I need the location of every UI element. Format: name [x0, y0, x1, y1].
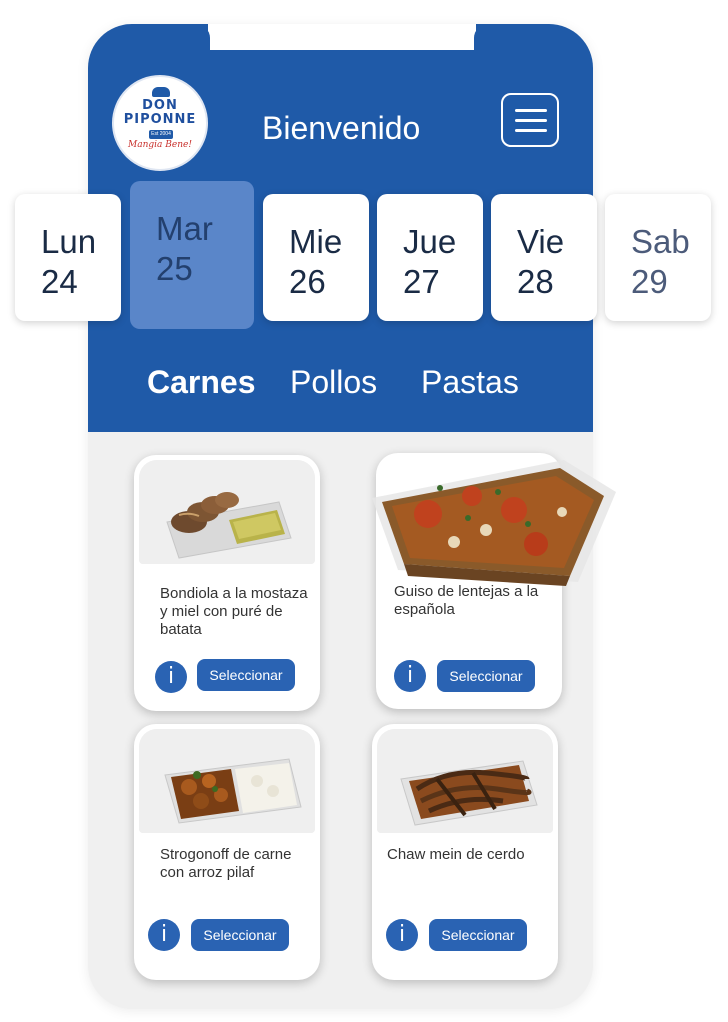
logo-text-line2: PIPONNE — [123, 112, 197, 127]
chef-hat-icon — [152, 87, 170, 97]
meal-name: Bondiola a la mostaza y miel con puré de… — [160, 585, 308, 638]
select-button[interactable]: Seleccionar — [437, 660, 535, 692]
day-selector-sab[interactable]: Sab 29 — [605, 194, 711, 321]
info-icon[interactable]: i — [394, 660, 426, 692]
day-number: 28 — [517, 263, 554, 300]
meal-name: Chaw mein de cerdo — [387, 846, 525, 863]
logo-established: Est 2004 — [149, 130, 173, 139]
meal-card-chaw-mein[interactable]: Chaw mein de cerdo i Seleccionar — [372, 724, 558, 980]
hamburger-menu-button[interactable] — [501, 93, 559, 147]
tab-pollos[interactable]: Pollos — [290, 364, 377, 401]
day-number: 24 — [41, 263, 78, 300]
meal-card-strogonoff[interactable]: Strogonoff de carne con arroz pilaf i Se… — [134, 724, 320, 980]
meal-photo-bondiola — [139, 460, 315, 564]
menu-bar-icon — [515, 119, 547, 122]
select-button[interactable]: Seleccionar — [429, 919, 527, 951]
meal-photo-chaw-mein — [377, 729, 553, 833]
day-name: Mar — [156, 210, 213, 247]
day-name: Vie — [517, 223, 565, 260]
info-icon[interactable]: i — [386, 919, 418, 951]
day-name: Sab — [631, 223, 690, 260]
day-number: 26 — [289, 263, 326, 300]
logo-tagline: Mangia Bene! — [128, 140, 192, 150]
day-selector-jue[interactable]: Jue 27 — [377, 194, 483, 321]
day-number: 25 — [156, 250, 193, 287]
day-selector-mie[interactable]: Mie 26 — [263, 194, 369, 321]
day-number: 29 — [631, 263, 668, 300]
phone-notch — [208, 24, 476, 50]
day-selector-vie[interactable]: Vie 28 — [491, 194, 597, 321]
page-title: Bienvenido — [262, 110, 421, 146]
brand-logo[interactable]: DON PIPONNE Est 2004 Mangia Bene! — [112, 75, 208, 171]
tab-pastas[interactable]: Pastas — [421, 364, 519, 401]
day-name: Jue — [403, 223, 457, 260]
day-selector-lun[interactable]: Lun 24 — [15, 194, 121, 321]
info-icon[interactable]: i — [148, 919, 180, 951]
day-selector-mar[interactable]: Mar 25 — [130, 181, 254, 329]
day-number: 27 — [403, 263, 440, 300]
meal-photo-lentejas — [368, 452, 618, 592]
menu-bar-icon — [515, 129, 547, 132]
select-button[interactable]: Seleccionar — [197, 659, 295, 691]
day-name: Lun — [41, 223, 97, 260]
info-icon[interactable]: i — [155, 661, 187, 693]
day-name: Mie — [289, 223, 343, 260]
select-button[interactable]: Seleccionar — [191, 919, 289, 951]
tab-carnes[interactable]: Carnes — [147, 364, 256, 401]
meal-name: Strogonoff de carne con arroz pilaf — [160, 846, 292, 881]
menu-bar-icon — [515, 109, 547, 112]
meal-photo-strogonoff — [139, 729, 315, 833]
logo-text-line1: DON — [142, 98, 178, 113]
meal-card-bondiola[interactable]: Bondiola a la mostaza y miel con puré de… — [134, 455, 320, 711]
